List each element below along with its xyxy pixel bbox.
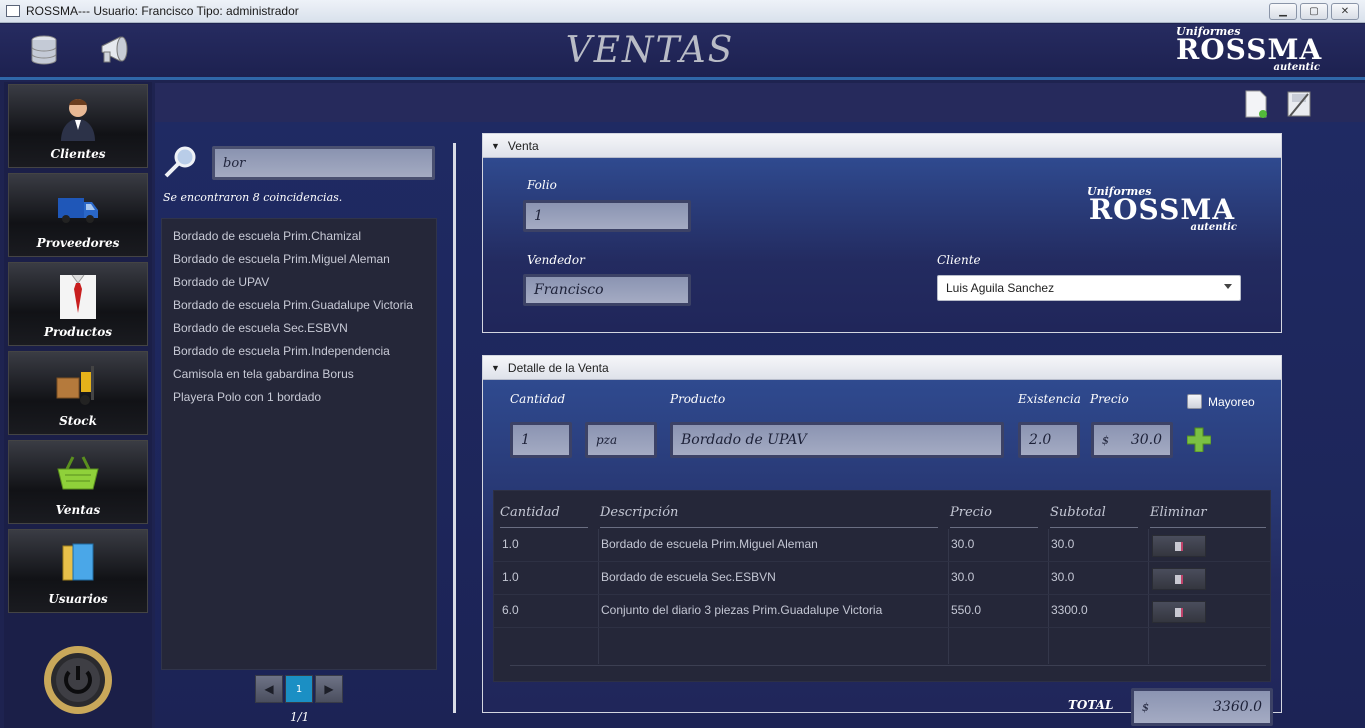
column-header-descripcion[interactable]: Descripción bbox=[600, 505, 678, 520]
cantidad-field[interactable]: 1 bbox=[510, 422, 572, 458]
folio-label: Folio bbox=[527, 178, 557, 192]
search-matches-text: Se encontraron 8 coincidencias. bbox=[163, 191, 343, 204]
sidebar: Clientes Proveedores Productos Stock Ven… bbox=[4, 82, 152, 728]
maximize-button[interactable]: ▢ bbox=[1300, 3, 1328, 20]
forklift-icon bbox=[56, 366, 94, 405]
precio-label: Precio bbox=[1090, 392, 1129, 406]
list-item[interactable]: Bordado de escuela Prim.Chamizal bbox=[162, 225, 436, 248]
detalle-panel-header[interactable]: ▼ Detalle de la Venta bbox=[483, 356, 1281, 380]
table-row[interactable]: 1.0 Bordado de escuela Prim.Miguel Alema… bbox=[494, 529, 1270, 562]
table-header: Cantidad Descripción Precio Subtotal Eli… bbox=[494, 491, 1270, 529]
cantidad-label: Cantidad bbox=[510, 392, 566, 406]
cliente-label: Cliente bbox=[937, 253, 981, 267]
list-item[interactable]: Bordado de escuela Prim.Independencia bbox=[162, 340, 436, 363]
horizontal-scrollbar[interactable] bbox=[510, 665, 1266, 673]
sidebar-item-stock[interactable]: Stock bbox=[8, 351, 148, 435]
search-results-list: Bordado de escuela Prim.Chamizal Bordado… bbox=[161, 218, 437, 670]
header: VENTAS Uniformes ROSSMA autentic bbox=[0, 24, 1365, 80]
save-icon[interactable] bbox=[1285, 89, 1311, 119]
column-header-eliminar[interactable]: Eliminar bbox=[1150, 505, 1207, 520]
divider bbox=[453, 143, 456, 713]
existencia-field[interactable]: 2.0 bbox=[1018, 422, 1080, 458]
new-document-icon[interactable] bbox=[1243, 89, 1269, 119]
sidebar-item-proveedores[interactable]: Proveedores bbox=[8, 173, 148, 257]
close-button[interactable]: ✕ bbox=[1331, 3, 1359, 20]
delete-row-button[interactable] bbox=[1152, 568, 1206, 590]
list-item[interactable]: Bordado de escuela Prim.Miguel Aleman bbox=[162, 248, 436, 271]
page-1-button[interactable]: 1 bbox=[285, 675, 313, 703]
list-item[interactable]: Bordado de UPAV bbox=[162, 271, 436, 294]
producto-label: Producto bbox=[670, 392, 726, 406]
producto-field[interactable]: Bordado de UPAV bbox=[670, 422, 1004, 458]
sidebar-item-usuarios[interactable]: Usuarios bbox=[8, 529, 148, 613]
existencia-label: Existencia bbox=[1018, 392, 1081, 406]
column-header-subtotal[interactable]: Subtotal bbox=[1050, 505, 1106, 520]
sidebar-item-clientes[interactable]: Clientes bbox=[8, 84, 148, 168]
folders-icon bbox=[62, 543, 94, 581]
list-item[interactable]: Bordado de escuela Prim.Guadalupe Victor… bbox=[162, 294, 436, 317]
delete-icon bbox=[1175, 541, 1183, 551]
next-page-button[interactable]: ▶ bbox=[315, 675, 343, 703]
minimize-icon: ▁ bbox=[1279, 6, 1287, 17]
maximize-icon: ▢ bbox=[1309, 6, 1319, 17]
delete-row-button[interactable] bbox=[1152, 601, 1206, 623]
basket-icon bbox=[57, 456, 99, 490]
minimize-button[interactable]: ▁ bbox=[1269, 3, 1297, 20]
app-icon bbox=[6, 5, 20, 17]
vendedor-label: Vendedor bbox=[527, 253, 585, 267]
van-icon bbox=[58, 198, 98, 223]
vendedor-field[interactable]: Francisco bbox=[523, 274, 691, 306]
unidad-field[interactable]: pza bbox=[585, 422, 657, 458]
column-header-precio[interactable]: Precio bbox=[950, 505, 992, 520]
delete-icon bbox=[1175, 607, 1183, 617]
close-icon: ✕ bbox=[1340, 6, 1350, 17]
app-window: ROSSMA--- Usuario: Francisco Tipo: admin… bbox=[0, 0, 1365, 728]
shirt-icon bbox=[60, 274, 96, 319]
detalle-panel: ▼ Detalle de la Venta Cantidad 1 pza Pro… bbox=[482, 355, 1282, 726]
plus-icon[interactable] bbox=[1187, 426, 1211, 452]
total-label: TOTAL bbox=[1068, 698, 1114, 712]
search-icon bbox=[164, 146, 196, 178]
collapse-arrow-icon: ▼ bbox=[491, 362, 500, 373]
list-item[interactable]: Bordado de escuela Sec.ESBVN bbox=[162, 317, 436, 340]
folio-field[interactable]: 1 bbox=[523, 200, 691, 232]
total-field: $ 3360.0 bbox=[1131, 688, 1273, 726]
venta-panel-header[interactable]: ▼ Venta bbox=[483, 134, 1281, 158]
table-row[interactable]: 1.0 Bordado de escuela Sec.ESBVN 30.0 30… bbox=[494, 562, 1270, 595]
list-item[interactable]: Playera Polo con 1 bordado bbox=[162, 386, 436, 409]
title-bar: ROSSMA--- Usuario: Francisco Tipo: admin… bbox=[0, 0, 1365, 23]
delete-row-button[interactable] bbox=[1152, 535, 1206, 557]
list-item[interactable]: Camisola en tela gabardina Borus bbox=[162, 363, 436, 386]
precio-field[interactable]: $ 30.0 bbox=[1091, 422, 1173, 458]
toolbar bbox=[155, 83, 1365, 122]
checkbox-box bbox=[1187, 394, 1202, 409]
power-icon[interactable] bbox=[42, 644, 114, 716]
user-icon bbox=[61, 99, 95, 141]
sidebar-item-ventas[interactable]: Ventas bbox=[8, 440, 148, 524]
venta-panel: ▼ Venta Folio 1 Vendedor Francisco Clien… bbox=[482, 133, 1282, 333]
pagination: ◀ 1 ▶ bbox=[255, 675, 343, 703]
cliente-select[interactable]: Luis Aguila Sanchez bbox=[937, 275, 1241, 301]
mayoreo-checkbox[interactable]: Mayoreo bbox=[1187, 394, 1255, 409]
table-row[interactable]: 6.0 Conjunto del diario 3 piezas Prim.Gu… bbox=[494, 595, 1270, 628]
sidebar-item-productos[interactable]: Productos bbox=[8, 262, 148, 346]
window-title: ROSSMA--- Usuario: Francisco Tipo: admin… bbox=[26, 4, 299, 18]
chevron-down-icon bbox=[1224, 284, 1232, 289]
delete-icon bbox=[1175, 574, 1183, 584]
brand-logo: Uniformes ROSSMA autentic bbox=[1176, 25, 1323, 73]
detalle-table: Cantidad Descripción Precio Subtotal Eli… bbox=[493, 490, 1271, 682]
column-header-cantidad[interactable]: Cantidad bbox=[500, 505, 560, 520]
prev-page-button[interactable]: ◀ bbox=[255, 675, 283, 703]
page-title: VENTAS bbox=[565, 30, 735, 71]
page-info: 1/1 bbox=[290, 710, 310, 724]
search-input[interactable]: bor bbox=[212, 146, 435, 180]
venta-logo: Uniformes ROSSMA autentic bbox=[1087, 185, 1237, 233]
collapse-arrow-icon: ▼ bbox=[491, 140, 500, 151]
